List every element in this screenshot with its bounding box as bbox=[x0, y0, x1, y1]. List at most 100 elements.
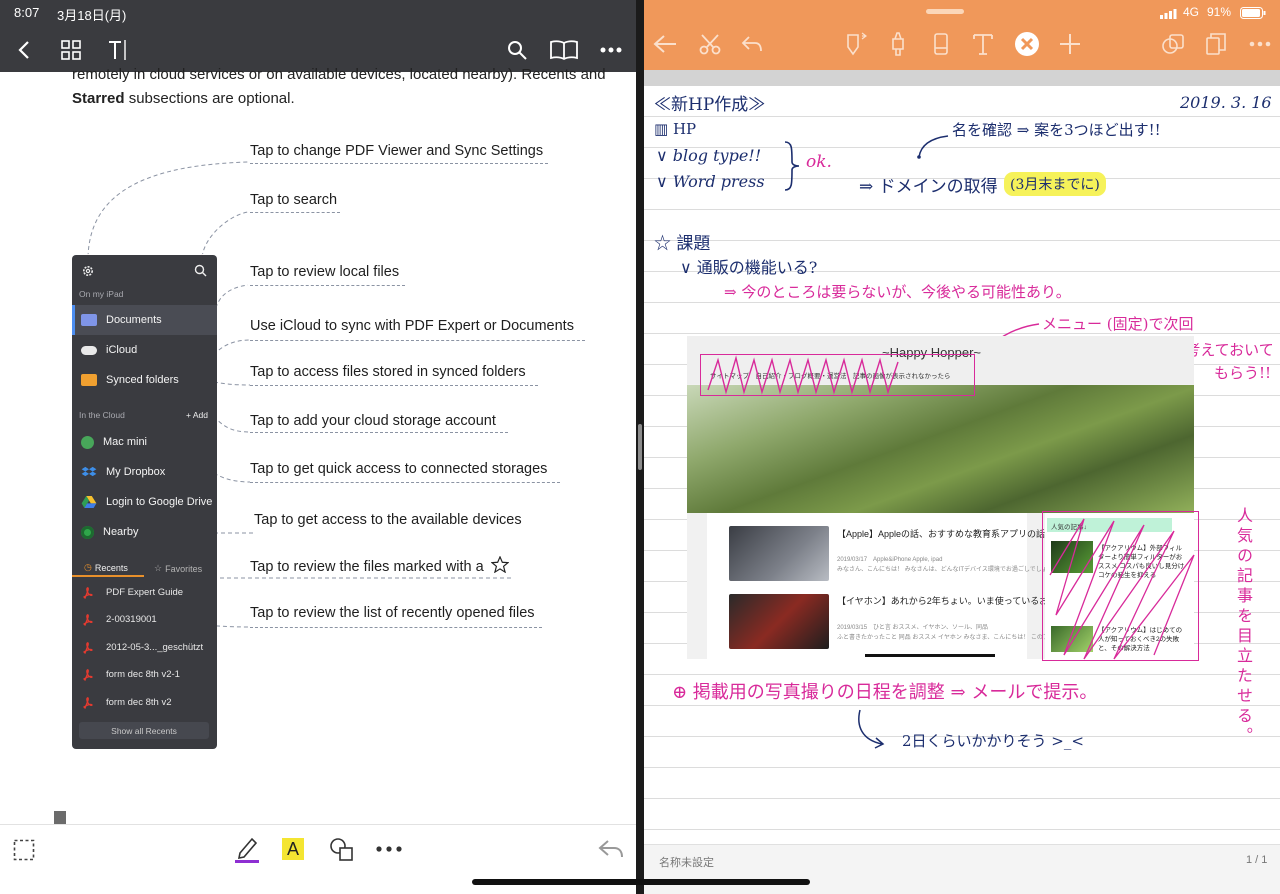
google-drive-icon bbox=[81, 496, 97, 508]
signal-icon bbox=[1160, 9, 1177, 19]
sidebar-item-google-drive: Login to Google Drive bbox=[72, 487, 217, 517]
star-icon: ☆ bbox=[154, 563, 163, 573]
network-status: 4G bbox=[1183, 5, 1200, 19]
callout-underline bbox=[250, 432, 508, 433]
note-line: ∨ Word press bbox=[656, 172, 765, 191]
scroll-bar bbox=[865, 654, 995, 657]
section-label: On my iPad bbox=[79, 289, 124, 299]
note-line: 名を確認 ⇒ 案を3つほど出す!! bbox=[952, 121, 1161, 139]
callout-underline bbox=[250, 285, 405, 286]
pdf-file-icon bbox=[83, 696, 93, 709]
brace-mark bbox=[784, 141, 800, 191]
sidebar-item-synced: Synced folders bbox=[72, 365, 217, 395]
sidebar-item-dropbox: My Dropbox bbox=[72, 457, 217, 487]
more-options-icon[interactable] bbox=[1247, 32, 1273, 56]
callout-add-cloud: Tap to add your cloud storage account bbox=[250, 413, 496, 429]
note-line: ⇒ 今のところは要らないが、今後やる可能性あり。 bbox=[724, 283, 1071, 301]
pen-tool-icon[interactable] bbox=[234, 835, 260, 863]
notes-toolbar: 4G 91% bbox=[644, 0, 1280, 70]
article-meta: 2019/03/17 Apple&iPhone Apple, ipad bbox=[837, 557, 943, 563]
gear-icon bbox=[83, 266, 93, 276]
sidebar-item-mac-mini: Mac mini bbox=[72, 427, 217, 457]
article-title: 【Apple】Appleの話、おすすめな教育系アプリの話 bbox=[837, 529, 1046, 539]
pdf-file-icon bbox=[83, 613, 93, 626]
battery-percent: 91% bbox=[1207, 5, 1232, 19]
nearby-icon bbox=[81, 525, 94, 539]
callout-nearby: Tap to get access to the available devic… bbox=[254, 512, 522, 528]
notes-footer: 名称未設定 1 / 1 bbox=[644, 844, 1280, 894]
note-line: ∨ blog type!! bbox=[656, 146, 762, 165]
page-header-strip bbox=[644, 70, 1280, 86]
pages-icon[interactable] bbox=[1203, 32, 1229, 56]
add-icon[interactable] bbox=[1058, 32, 1082, 56]
pdf-file-icon bbox=[83, 668, 93, 681]
sidebar-item-nearby: Nearby bbox=[72, 517, 217, 547]
callout-underline bbox=[250, 340, 585, 341]
note-line: ▥ HP bbox=[654, 120, 697, 138]
callout-underline bbox=[250, 627, 542, 628]
callout-settings: Tap to change PDF Viewer and Sync Settin… bbox=[250, 143, 544, 159]
article-thumbnail bbox=[729, 526, 829, 581]
note-line: メニュー (固定)で次回 bbox=[1042, 315, 1194, 333]
note-line: 2日くらいかかりそう >_< bbox=[902, 732, 1084, 750]
page-indicator: 1 / 1 bbox=[1246, 854, 1268, 866]
folder-icon bbox=[81, 314, 97, 326]
callout-underline bbox=[250, 212, 340, 213]
callout-underline bbox=[250, 163, 548, 164]
eraser-icon[interactable] bbox=[930, 32, 952, 56]
callout-connected: Tap to get quick access to connected sto… bbox=[250, 461, 548, 477]
search-icon bbox=[194, 264, 207, 277]
callout-recents: Tap to review the list of recently opene… bbox=[250, 605, 535, 621]
note-date: 2019. 3. 16 bbox=[1180, 93, 1272, 112]
text-tool-icon[interactable] bbox=[971, 32, 995, 56]
back-arrow-icon[interactable] bbox=[652, 32, 678, 56]
marker-icon[interactable] bbox=[887, 32, 909, 56]
app-sidebar-illustration: On my iPad Documents iCloud Synced folde… bbox=[72, 255, 217, 749]
synced-folder-icon bbox=[81, 374, 97, 386]
article-meta: 2019/03/15 ひと言 おススメ、イヤホン、ソール、同品 bbox=[837, 625, 988, 631]
notes-app-pane: 4G 91% ≪新HP作成≫ 2019. 3. 16 ▥ HP ∨ blog t… bbox=[644, 0, 1280, 894]
bluetooth-pen-icon[interactable] bbox=[843, 32, 869, 56]
note-line: ∨ 通販の機能いる? bbox=[680, 258, 818, 277]
battery-icon bbox=[1240, 7, 1266, 19]
split-view-handle[interactable] bbox=[638, 424, 642, 470]
callout-starred: Tap to review the files marked with a bbox=[250, 555, 510, 575]
article-excerpt: ふと書きたかったこと 同品 おススメ イヤホン みなさま、こんにちは！ このブロ… bbox=[837, 635, 1067, 641]
note-line: もらう!! bbox=[1214, 364, 1272, 382]
undo-icon[interactable] bbox=[740, 32, 764, 56]
home-indicator[interactable] bbox=[472, 879, 810, 885]
callout-local-files: Tap to review local files bbox=[250, 264, 400, 280]
undo-icon[interactable] bbox=[598, 839, 624, 859]
recent-file-row: form dec 8th v2-1 bbox=[72, 661, 217, 688]
pdf-file-icon bbox=[83, 586, 93, 599]
note-line: ⇒ ドメインの取得 bbox=[859, 177, 998, 197]
star-outline-icon bbox=[490, 555, 510, 574]
note-line: ⊕ 掲載用の写真撮りの日程を調整 ⇒ メールで提示。 bbox=[672, 682, 1098, 703]
scroll-indicator[interactable] bbox=[54, 811, 66, 824]
note-ok: ok. bbox=[806, 152, 832, 172]
more-tools-icon[interactable] bbox=[376, 846, 402, 852]
shapes-tool-icon[interactable] bbox=[329, 837, 355, 863]
recent-file-row: 2012-05-3..._geschützt bbox=[72, 634, 217, 661]
arrow-mark bbox=[917, 135, 949, 159]
recent-file-row: 2-00319001 bbox=[72, 606, 217, 633]
cloud-icon bbox=[81, 345, 97, 355]
note-line: ☆ 課題 bbox=[654, 234, 711, 254]
tab-recents: ◷ Recents bbox=[72, 560, 144, 577]
selection-tool-icon[interactable] bbox=[13, 839, 35, 861]
recent-file-row: PDF Expert Guide bbox=[72, 579, 217, 606]
show-all-recents: Show all Recents bbox=[79, 722, 209, 739]
window-grabber[interactable] bbox=[926, 9, 964, 14]
close-circle-icon[interactable] bbox=[1014, 32, 1040, 56]
callout-icloud: Use iCloud to sync with PDF Expert or Do… bbox=[250, 318, 574, 334]
recent-file-row: form dec 8th v2 bbox=[72, 689, 217, 716]
popular-scribble bbox=[1049, 518, 1195, 660]
dropbox-icon bbox=[81, 466, 97, 477]
highlighter-tool-icon[interactable]: A bbox=[282, 838, 304, 860]
lasso-shapes-icon[interactable] bbox=[1160, 32, 1186, 56]
note-highlight: (3月末までに) bbox=[1004, 172, 1106, 196]
document-name[interactable]: 名称未設定 bbox=[659, 854, 714, 870]
scissors-icon[interactable] bbox=[698, 32, 722, 56]
sidebar-item-documents: Documents bbox=[72, 305, 217, 335]
split-view-divider[interactable] bbox=[636, 0, 644, 894]
